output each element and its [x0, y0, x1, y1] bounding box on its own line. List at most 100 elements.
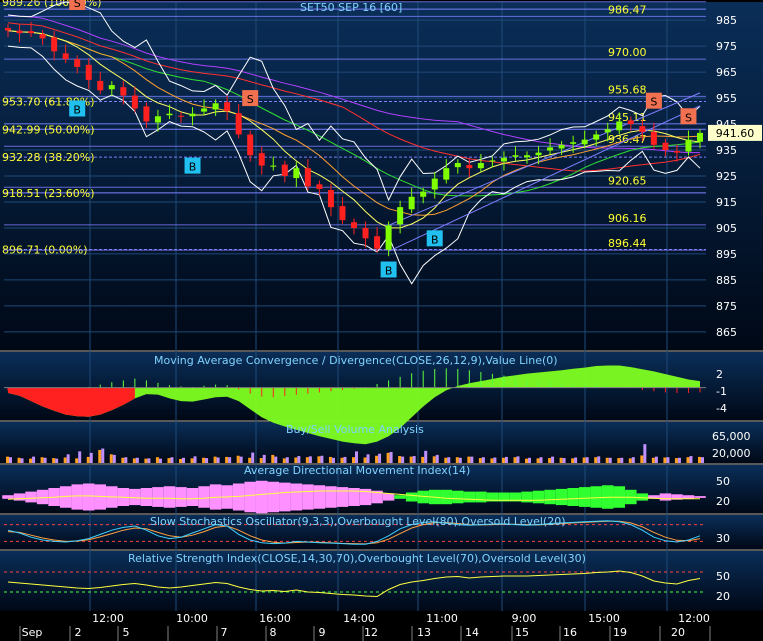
candle-body: [351, 222, 357, 228]
candle-body: [443, 168, 450, 180]
volume-sell-bar: [20, 458, 24, 463]
candle-body: [604, 129, 611, 133]
candle-body: [547, 147, 554, 151]
price-level-label: 896.44: [608, 237, 647, 250]
stochastic-title: Slow Stochastics Oscillator(9,3,3),Overb…: [150, 515, 566, 528]
price-level-label: 986.47: [608, 3, 647, 16]
volume-buy-bar: [40, 457, 44, 463]
volume-sell-bar: [458, 457, 462, 463]
volume-buy-bar: [75, 458, 79, 463]
volume-sell-bar: [677, 457, 681, 463]
volume-sell-bar: [574, 457, 578, 463]
rsi-title: Relative Strength Index(CLOSE,14,30,70),…: [128, 552, 586, 565]
candle-body: [477, 163, 484, 169]
volume-buy-bar: [421, 456, 425, 463]
candle-body: [178, 115, 184, 117]
volume-buy-bar: [282, 458, 286, 463]
volume-sell-bar: [112, 454, 116, 463]
volume-buy-bar: [432, 456, 436, 463]
volume-sell-bar: [666, 457, 670, 463]
signal-label: S: [685, 111, 692, 124]
volume-buy-bar: [363, 457, 367, 463]
candle-body: [535, 152, 542, 156]
volume-sell-bar: [504, 456, 508, 463]
volume-sell-bar: [643, 444, 647, 463]
volume-buy-bar: [340, 457, 344, 463]
volume-buy-bar: [305, 457, 309, 463]
price-level-label: 945.11: [608, 111, 647, 124]
last-price-label: 941.60: [716, 127, 755, 140]
volume-sell-bar: [239, 456, 243, 463]
volume-sell-bar: [435, 454, 439, 463]
x-axis-time-label: 9:00: [512, 612, 537, 625]
signal-label: B: [73, 103, 81, 116]
volume-sell-bar: [297, 456, 301, 463]
candle-body: [362, 227, 369, 239]
volume-sell-bar: [205, 458, 209, 463]
volume-sell-bar: [32, 456, 36, 463]
volume-sell-bar: [331, 457, 335, 463]
price-tick-label: 915: [716, 196, 737, 209]
volume-sell-bar: [701, 457, 704, 463]
signal-label: S: [247, 93, 254, 106]
candle-body: [74, 59, 81, 67]
candle-body: [131, 95, 138, 109]
candle-body: [270, 165, 277, 167]
x-axis-time-label: 15:00: [588, 612, 620, 625]
x-axis-time-label: 16:00: [259, 612, 291, 625]
volume-sell-bar: [147, 458, 151, 463]
candle-body: [512, 155, 519, 157]
volume-sell-bar: [43, 457, 47, 463]
volume-sell-bar: [516, 456, 520, 463]
volume-buy-bar: [52, 458, 56, 463]
adx-tick-label: 50: [716, 475, 730, 488]
volume-sell-bar: [320, 455, 324, 463]
candle-body: [558, 144, 565, 149]
macd-tick-label: -1: [716, 385, 727, 398]
candle-body: [304, 168, 311, 187]
volume-sell-bar: [481, 457, 485, 463]
price-level-label: 906.16: [608, 212, 647, 225]
candle-body: [143, 106, 150, 122]
volume-buy-bar: [548, 458, 552, 463]
volume-sell-bar: [124, 457, 128, 463]
volume-buy-bar: [628, 458, 632, 463]
volume-buy-bar: [582, 457, 586, 463]
x-axis-date-label: Sep: [22, 626, 43, 639]
candle-body: [650, 131, 657, 145]
volume-buy-bar: [501, 457, 505, 463]
x-axis-time-label: 12:00: [92, 612, 124, 625]
volume-sell-bar: [170, 457, 174, 463]
volume-sell-bar: [378, 453, 382, 463]
volume-sell-bar: [424, 450, 428, 463]
signal-label: S: [650, 96, 657, 109]
stock-chart: 9859759659559459359259159058958858758659…: [0, 0, 763, 641]
volume-buy-bar: [190, 458, 194, 463]
x-axis-date-label: 14: [465, 626, 479, 639]
x-axis-date-label: 13: [417, 626, 431, 639]
volume-buy-bar: [605, 457, 609, 463]
volume-sell-bar: [631, 457, 635, 463]
volume-buy-bar: [271, 454, 275, 463]
volume-buy-bar: [674, 458, 678, 463]
volume-buy-bar: [248, 457, 252, 463]
candle-body: [408, 196, 415, 210]
candle-body: [524, 155, 530, 158]
volume-buy-bar: [328, 456, 332, 463]
candle-body: [489, 160, 496, 162]
volume-buy-bar: [202, 457, 206, 463]
axis-labels: 12:00 10:00 16:00 14:00 11:00 9:00 15:00 12:00 S…: [0, 611, 763, 641]
volume-buy-bar: [98, 449, 102, 463]
price-tick-label: 905: [716, 222, 737, 235]
candle-body: [316, 184, 323, 189]
volume-buy-bar: [167, 458, 171, 463]
volume-sell-bar: [389, 451, 393, 463]
candle-body: [639, 126, 646, 132]
volume-sell-bar: [55, 458, 59, 463]
price-tick-label: 985: [716, 14, 737, 27]
volume-buy-bar: [179, 458, 182, 463]
volume-buy-bar: [6, 456, 9, 463]
price-level-label: 970.00: [608, 46, 647, 59]
candle-body: [258, 153, 265, 166]
volume-buy-bar: [109, 454, 113, 463]
